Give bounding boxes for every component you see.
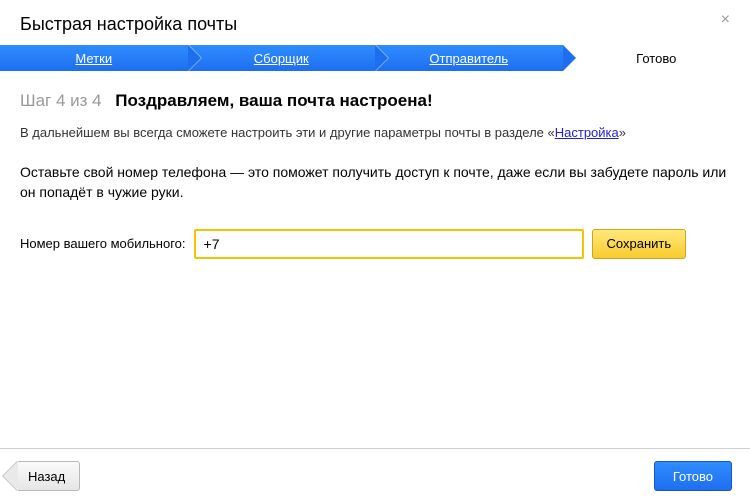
step-title: Поздравляем, ваша почта настроена! <box>115 91 432 110</box>
description: В дальнейшем вы всегда сможете настроить… <box>20 125 730 140</box>
step-bar: Метки Сборщик Отправитель Готово <box>0 45 750 71</box>
step-heading: Шаг 4 из 4 Поздравляем, ваша почта настр… <box>20 91 730 111</box>
dialog-footer: Назад Готово <box>0 448 750 503</box>
dialog-header: Быстрая настройка почты × <box>0 0 750 45</box>
step-collector[interactable]: Сборщик <box>188 45 376 71</box>
settings-link[interactable]: Настройка <box>555 125 619 140</box>
step-label: Готово <box>636 51 676 66</box>
save-button[interactable]: Сохранить <box>592 229 687 259</box>
step-label: Отправитель <box>429 51 508 66</box>
step-label: Сборщик <box>254 51 309 66</box>
back-label: Назад <box>28 469 65 484</box>
phone-description: Оставьте свой номер телефона — это помож… <box>20 162 730 203</box>
phone-label: Номер вашего мобильного: <box>20 236 186 251</box>
desc-text: В дальнейшем вы всегда сможете настроить… <box>20 125 555 140</box>
chevron-left-icon <box>3 461 18 491</box>
phone-row: Номер вашего мобильного: Сохранить <box>20 229 730 259</box>
close-icon[interactable]: × <box>721 12 730 28</box>
back-button[interactable]: Назад <box>18 461 80 491</box>
step-sender[interactable]: Отправитель <box>375 45 563 71</box>
step-done: Готово <box>563 45 750 71</box>
desc-text: » <box>619 125 626 140</box>
dialog-title: Быстрая настройка почты <box>20 14 237 35</box>
step-number: Шаг 4 из 4 <box>20 91 102 110</box>
step-labels[interactable]: Метки <box>0 45 188 71</box>
wizard-dialog: Быстрая настройка почты × Метки Сборщик … <box>0 0 750 503</box>
step-label: Метки <box>75 51 112 66</box>
done-button[interactable]: Готово <box>654 461 732 491</box>
content: Шаг 4 из 4 Поздравляем, ваша почта настр… <box>0 71 750 259</box>
phone-input[interactable] <box>194 229 584 259</box>
